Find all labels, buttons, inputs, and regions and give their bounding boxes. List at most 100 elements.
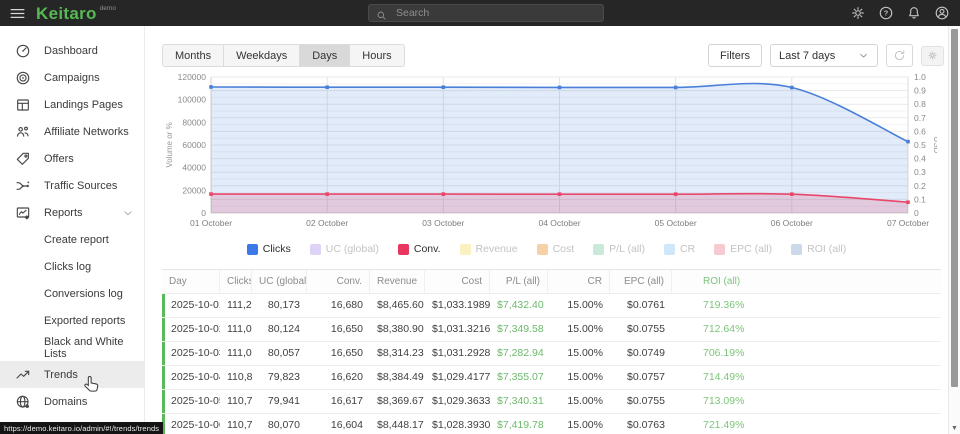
svg-text:0.1: 0.1: [914, 194, 926, 204]
topbar-actions: ?: [850, 0, 950, 26]
trends-icon: [15, 367, 31, 383]
settings-gear-icon[interactable]: [850, 5, 866, 21]
svg-text:100000: 100000: [178, 95, 207, 105]
table-cell: $0.0755: [610, 390, 672, 413]
table-cell: 706.19%: [672, 342, 941, 365]
column-header-p-l-all-[interactable]: P/L (all): [490, 270, 548, 293]
sidebar-item-domains[interactable]: Domains: [0, 388, 144, 415]
sidebar-item-label: Affiliate Networks: [44, 126, 129, 138]
sidebar-item-trends[interactable]: Trends: [0, 361, 144, 388]
help-icon[interactable]: ?: [878, 5, 894, 21]
sidebar-item-exported-reports[interactable]: Exported reports: [0, 307, 144, 334]
date-range-select[interactable]: Last 7 days: [770, 44, 878, 67]
traffic-sources-icon: [15, 178, 31, 194]
column-header-roi-all-[interactable]: ROI (all): [672, 270, 941, 293]
column-header-cost[interactable]: Cost: [425, 270, 490, 293]
sidebar-item-offers[interactable]: Offers: [0, 145, 144, 172]
tab-days[interactable]: Days: [300, 44, 350, 67]
search-input[interactable]: [394, 6, 596, 20]
trends-table: DayClicksUC (global)Conv.RevenueCostP/L …: [162, 269, 941, 434]
sidebar-item-conversions-log[interactable]: Conversions log: [0, 280, 144, 307]
table-cell: 2025-10-06: [162, 414, 220, 434]
chevron-down-icon: [858, 50, 869, 61]
sidebar-item-dashboard[interactable]: Dashboard: [0, 37, 144, 64]
column-header-epc-all-[interactable]: EPC (all): [610, 270, 672, 293]
table-cell: $1,029.4177: [425, 366, 490, 389]
scrollbar-thumb[interactable]: [951, 29, 958, 387]
table-cell: 15.00%: [548, 294, 610, 317]
legend-item-cr[interactable]: CR: [664, 243, 695, 255]
tab-hours[interactable]: Hours: [350, 44, 404, 67]
legend-label: Clicks: [263, 243, 291, 255]
global-search[interactable]: [368, 4, 604, 22]
svg-text:USD: USD: [932, 137, 937, 154]
sidebar-item-clicks-log[interactable]: Clicks log: [0, 253, 144, 280]
sidebar-item-label: Traffic Sources: [44, 180, 117, 192]
svg-text:40000: 40000: [182, 163, 206, 173]
legend-item-revenue[interactable]: Revenue: [460, 243, 518, 255]
table-cell: $8,369.67: [370, 390, 425, 413]
column-header-clicks[interactable]: Clicks: [220, 270, 252, 293]
column-header-conv-[interactable]: Conv.: [307, 270, 370, 293]
svg-text:Volume or %: Volume or %: [165, 122, 174, 167]
legend-item-uc-global-[interactable]: UC (global): [310, 243, 379, 255]
svg-text:05 October: 05 October: [655, 218, 697, 228]
date-range-value: Last 7 days: [779, 50, 835, 62]
table-cell: 80,070: [252, 414, 307, 434]
table-cell: 2025-10-01: [162, 294, 220, 317]
sidebar-item-label: Create report: [44, 234, 109, 246]
chart-settings-button[interactable]: [921, 46, 944, 66]
table-row: 2025-10-02111,0080,12416,650$8,380.90$1,…: [162, 318, 941, 342]
table-cell: 110,70: [220, 414, 252, 434]
sidebar-item-black-and-white-lists[interactable]: Black and White Lists: [0, 334, 144, 361]
column-header-day[interactable]: Day: [162, 270, 220, 293]
tab-weekdays[interactable]: Weekdays: [224, 44, 300, 67]
legend-swatch: [593, 244, 604, 255]
table-cell: 15.00%: [548, 390, 610, 413]
column-header-revenue[interactable]: Revenue: [370, 270, 425, 293]
reports-icon: [15, 205, 31, 221]
status-url-bar: https://demo.keitaro.io/admin/#!/trends/…: [0, 422, 163, 434]
sidebar-item-affiliate-networks[interactable]: Affiliate Networks: [0, 118, 144, 145]
legend-label: Revenue: [476, 243, 518, 255]
chart-legend: Clicks UC (global) Conv. Revenue Cost P/L (al…: [145, 240, 948, 258]
period-tabs: MonthsWeekdaysDaysHours: [162, 44, 405, 67]
legend-item-clicks[interactable]: Clicks: [247, 243, 291, 255]
table-row: 2025-10-03111,0080,05716,650$8,314.23$1,…: [162, 342, 941, 366]
app-logo: Keitaro: [36, 5, 97, 22]
column-header-uc-global-[interactable]: UC (global): [252, 270, 307, 293]
legend-label: ROI (all): [807, 243, 846, 255]
gear-icon: [927, 50, 938, 61]
sidebar-item-campaigns[interactable]: Campaigns: [0, 64, 144, 91]
hamburger-menu-icon[interactable]: [9, 5, 26, 22]
table-cell: $7,432.40: [490, 294, 548, 317]
table-cell: $8,380.90: [370, 318, 425, 341]
table-cell: 15.00%: [548, 342, 610, 365]
notifications-bell-icon[interactable]: [906, 5, 922, 21]
legend-item-cost[interactable]: Cost: [537, 243, 575, 255]
table-cell: 16,604: [307, 414, 370, 434]
table-cell: 2025-10-02: [162, 318, 220, 341]
sidebar-item-traffic-sources[interactable]: Traffic Sources: [0, 172, 144, 199]
tab-months[interactable]: Months: [162, 44, 224, 67]
filters-button[interactable]: Filters: [708, 44, 762, 67]
sidebar-item-reports[interactable]: Reports: [0, 199, 144, 226]
table-cell: 15.00%: [548, 414, 610, 434]
legend-item-conv-[interactable]: Conv.: [398, 243, 441, 255]
legend-label: EPC (all): [730, 243, 772, 255]
sidebar-item-label: Dashboard: [44, 45, 98, 57]
sidebar-item-landings-pages[interactable]: Landings Pages: [0, 91, 144, 118]
table-cell: 2025-10-04: [162, 366, 220, 389]
legend-item-epc-all-[interactable]: EPC (all): [714, 243, 772, 255]
account-icon[interactable]: [934, 5, 950, 21]
legend-item-p-l-all-[interactable]: P/L (all): [593, 243, 645, 255]
table-row: 2025-10-06110,7080,07016,604$8,448.17$1,…: [162, 414, 941, 434]
sidebar-item-create-report[interactable]: Create report: [0, 226, 144, 253]
sidebar-item-label: Domains: [44, 396, 87, 408]
table-cell: $1,028.3930: [425, 414, 490, 434]
scrollbar-down-arrow[interactable]: ▼: [949, 425, 960, 433]
refresh-button[interactable]: [886, 44, 913, 67]
legend-item-roi-all-[interactable]: ROI (all): [791, 243, 846, 255]
main-content: MonthsWeekdaysDaysHours Filters Last 7 d…: [145, 26, 948, 434]
column-header-cr[interactable]: CR: [548, 270, 610, 293]
